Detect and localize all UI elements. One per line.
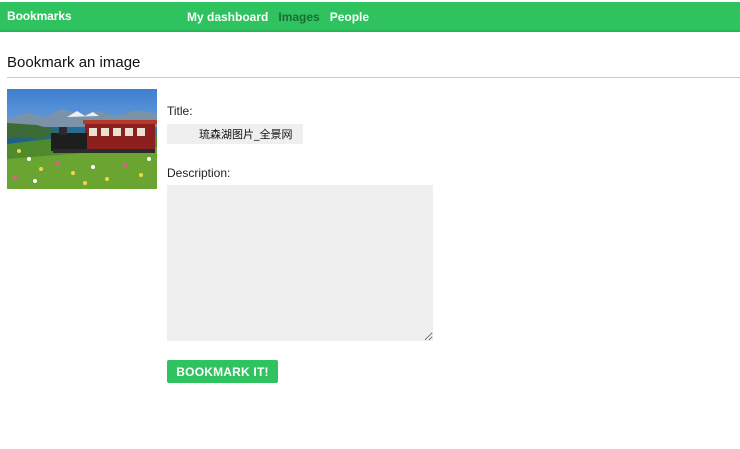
top-navbar: Bookmarks My dashboard Images People [0,2,740,32]
image-preview [7,89,157,189]
nav-item-images[interactable]: Images [278,10,319,24]
title-input[interactable] [167,124,303,144]
title-label: Title: [167,104,193,118]
page-title: Bookmark an image [7,54,141,71]
brand-logo-link[interactable]: Bookmarks [7,9,72,23]
nav-item-dashboard[interactable]: My dashboard [187,10,268,24]
title-divider [7,77,740,78]
bookmark-submit-button[interactable]: BOOKMARK IT! [167,360,278,383]
nav-item-people[interactable]: People [330,10,369,24]
description-label: Description: [167,166,231,180]
description-textarea[interactable] [167,185,433,341]
main-nav: My dashboard Images People [187,10,369,24]
